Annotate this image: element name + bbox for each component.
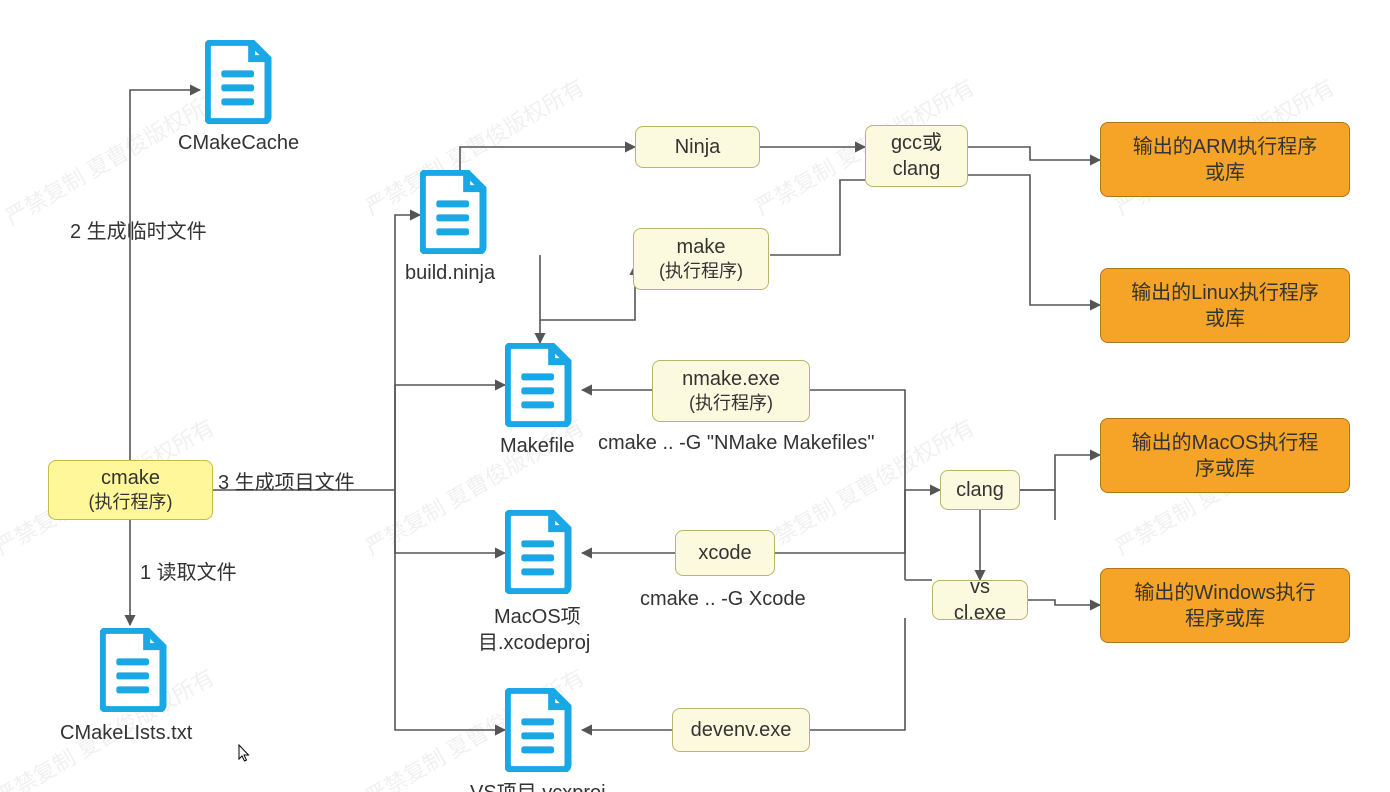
node-ninja-label: Ninja (675, 134, 721, 160)
diagram-canvas: 严禁复制 夏曹俊版权所有 严禁复制 夏曹俊版权所有 严禁复制 夏曹俊版权所有 严… (0, 0, 1390, 792)
node-clang-label: clang (956, 477, 1004, 503)
file-icon (505, 510, 575, 594)
node-output-linux-l2: 或库 (1205, 306, 1245, 332)
file-label-vcxproj: VS项目.vcxproj (470, 776, 606, 792)
node-gcc-clang-l1: gcc或 (891, 130, 942, 156)
node-nmake-l2: (执行程序) (689, 392, 773, 415)
node-output-windows-l1: 输出的Windows执行 (1134, 580, 1315, 606)
node-make-l1: make (677, 234, 726, 260)
node-cmake-l1: cmake (101, 465, 160, 491)
node-vscl: vs cl.exe (932, 580, 1028, 620)
node-output-arm-l1: 输出的ARM执行程序 (1133, 134, 1317, 160)
node-devenv: devenv.exe (672, 708, 810, 752)
file-icon (505, 688, 575, 772)
node-cmake-exec: cmake (执行程序) (48, 460, 213, 520)
file-label-xcodeproj-l2: 目.xcodeproj (478, 626, 590, 655)
node-output-windows-l2: 程序或库 (1185, 606, 1265, 632)
node-gcc-clang: gcc或 clang (865, 125, 968, 187)
node-xcode-label: xcode (698, 540, 751, 566)
edge-label-3: 3 生成项目文件 (218, 466, 355, 495)
file-icon (505, 343, 575, 427)
edge-label-1: 1 读取文件 (140, 556, 237, 585)
node-output-arm: 输出的ARM执行程序 或库 (1100, 122, 1350, 197)
node-nmake-l1: nmake.exe (682, 366, 780, 392)
node-make-l2: (执行程序) (659, 260, 743, 283)
node-output-linux-l1: 输出的Linux执行程序 (1131, 280, 1319, 306)
edge-label-2: 2 生成临时文件 (70, 215, 207, 244)
node-ninja: Ninja (635, 126, 760, 168)
node-output-windows: 输出的Windows执行 程序或库 (1100, 568, 1350, 643)
node-output-linux: 输出的Linux执行程序 或库 (1100, 268, 1350, 343)
node-xcode: xcode (675, 530, 775, 576)
file-icon (100, 628, 170, 712)
node-output-arm-l2: 或库 (1205, 160, 1245, 186)
cmd-xcode: cmake .. -G Xcode (640, 588, 806, 611)
file-label-xcodeproj-l1: MacOS项 (494, 600, 581, 629)
node-make: make (执行程序) (633, 228, 769, 290)
cmd-nmake: cmake .. -G "NMake Makefiles" (598, 432, 874, 455)
file-label-makefile: Makefile (500, 435, 574, 458)
file-icon (205, 40, 275, 124)
node-nmake: nmake.exe (执行程序) (652, 360, 810, 422)
node-clang: clang (940, 470, 1020, 510)
node-output-macos-l1: 输出的MacOS执行程 (1132, 430, 1319, 456)
node-devenv-label: devenv.exe (691, 717, 792, 743)
node-cmake-l2: (执行程序) (89, 491, 173, 514)
cursor-icon (238, 744, 252, 764)
node-output-macos-l2: 序或库 (1195, 456, 1255, 482)
file-label-cmakecache: CMakeCache (178, 132, 299, 155)
node-output-macos: 输出的MacOS执行程 序或库 (1100, 418, 1350, 493)
node-vscl-label: vs cl.exe (943, 574, 1017, 626)
file-label-buildninja: build.ninja (405, 262, 495, 285)
file-icon (420, 170, 490, 254)
file-label-cmakelists: CMakeLIsts.txt (60, 722, 192, 745)
node-gcc-clang-l2: clang (893, 156, 941, 182)
